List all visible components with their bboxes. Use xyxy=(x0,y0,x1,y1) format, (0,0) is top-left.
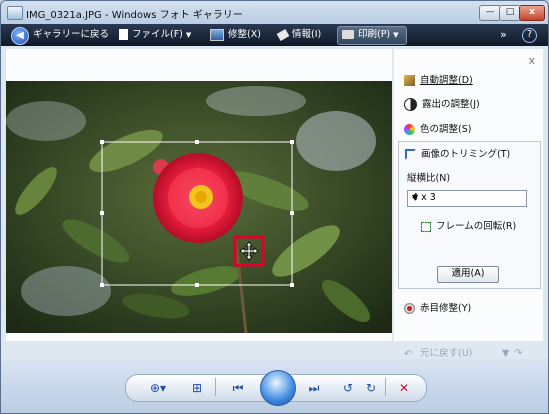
printer-icon xyxy=(342,30,354,39)
file-menu-label: ファイル(F) xyxy=(132,29,183,40)
file-menu-button[interactable]: ファイル(F) ▼ xyxy=(119,28,191,42)
color-wheel-icon xyxy=(404,124,415,135)
back-to-gallery-button[interactable]: ギャラリーに戻る xyxy=(33,28,109,42)
close-window-button[interactable]: x xyxy=(519,5,545,21)
next-icon[interactable]: ⏭ xyxy=(304,381,324,395)
fix-button[interactable]: 修整(X) xyxy=(210,28,261,42)
exposure-icon xyxy=(404,98,417,111)
color-adjust-button[interactable]: 色の調整(S) xyxy=(404,123,471,137)
fix-panel: x 自動調整(D) 露出の調整(J) 色の調整(S) 画像のトリミング(T) 縦… xyxy=(394,49,543,360)
tag-icon xyxy=(276,28,290,41)
delete-icon[interactable]: ✕ xyxy=(397,381,411,395)
fix-label: 修整(X) xyxy=(228,29,261,40)
aspect-ratio-select[interactable]: 4 x 3 ▼ xyxy=(407,190,527,207)
minimize-button[interactable]: — xyxy=(479,5,501,21)
undo-icon: ↶ xyxy=(404,349,413,360)
photo-gallery-window: IMG_0321a.JPG - Windows フォト ギャラリー — □ x … xyxy=(0,0,549,414)
file-icon xyxy=(119,29,128,40)
print-menu-content[interactable]: 印刷(P) ▼ xyxy=(342,28,399,42)
app-icon xyxy=(7,6,23,20)
actual-size-icon[interactable]: ⊞ xyxy=(190,381,204,395)
rotate-frame-label: フレームの回転(R) xyxy=(436,221,517,232)
info-button[interactable]: 情報(I) xyxy=(276,28,322,42)
color-label: 色の調整(S) xyxy=(420,124,472,135)
auto-adjust-button[interactable]: 自動調整(D) xyxy=(404,74,473,88)
aspect-ratio-label: 縦横比(N) xyxy=(407,173,451,184)
chevron-down-icon: ▼ xyxy=(412,193,419,202)
command-toolbar: ◀ ギャラリーに戻る ファイル(F) ▼ 修整(X) 情報(I) 印刷(P) ▼ »… xyxy=(1,24,548,46)
redeye-label: 赤目修整(Y) xyxy=(420,303,472,314)
window-title: IMG_0321a.JPG - Windows フォト ギャラリー xyxy=(26,10,243,21)
info-label: 情報(I) xyxy=(292,29,322,40)
back-arrow-icon[interactable]: ◀ xyxy=(11,27,29,45)
exposure-adjust-button[interactable]: 露出の調整(J) xyxy=(404,98,480,112)
photo-viewer xyxy=(6,49,392,341)
chevron-down-icon: ▼ xyxy=(185,31,192,39)
rotate-left-icon[interactable]: ↺ xyxy=(341,381,355,395)
auto-adjust-label: 自動調整(D) xyxy=(420,75,473,86)
close-panel-button[interactable]: x xyxy=(528,54,535,67)
exposure-label: 露出の調整(J) xyxy=(422,99,480,110)
maximize-button[interactable]: □ xyxy=(499,5,521,21)
separator xyxy=(385,378,386,396)
chevron-down-icon: ▼ xyxy=(393,31,399,39)
crop-icon xyxy=(405,149,416,160)
fix-icon xyxy=(210,28,224,41)
more-commands-button[interactable]: » xyxy=(500,28,507,42)
undo-label: 元に戻す(U) xyxy=(420,348,473,359)
print-label: 印刷(P) xyxy=(358,29,391,40)
trim-label: 画像のトリミング(T) xyxy=(421,149,511,160)
separator xyxy=(215,378,216,396)
eye-icon xyxy=(404,303,415,314)
help-button[interactable]: ? xyxy=(522,28,537,43)
redeye-fix-button[interactable]: 赤目修整(Y) xyxy=(404,302,471,316)
magic-wand-icon xyxy=(404,75,415,86)
rotate-frame-button[interactable]: フレームの回転(R) xyxy=(421,220,516,234)
title-bar: IMG_0321a.JPG - Windows フォト ギャラリー — □ x xyxy=(1,1,548,24)
apply-button[interactable]: 適用(A) xyxy=(437,266,499,283)
rotate-frame-icon xyxy=(421,221,431,232)
photo-image xyxy=(6,81,392,333)
slideshow-button[interactable] xyxy=(260,370,296,406)
zoom-icon[interactable]: ⊕▾ xyxy=(147,381,169,395)
rotate-right-icon[interactable]: ↻ xyxy=(364,381,378,395)
previous-icon[interactable]: ⏮ xyxy=(228,381,248,395)
trim-header[interactable]: 画像のトリミング(T) xyxy=(405,148,510,162)
camellia-photo xyxy=(6,81,392,333)
